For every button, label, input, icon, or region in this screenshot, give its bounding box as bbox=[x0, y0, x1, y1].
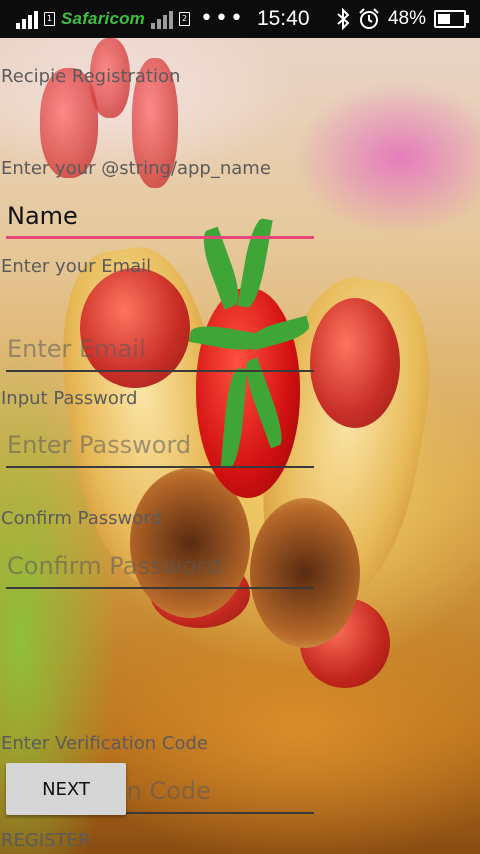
password-label: Input Password bbox=[1, 388, 138, 409]
battery-percent: 48% bbox=[387, 8, 426, 29]
battery-icon bbox=[434, 10, 469, 28]
email-label: Enter your Email bbox=[1, 256, 152, 277]
sim2-badge: 2 bbox=[179, 12, 191, 26]
signal-icon bbox=[16, 9, 38, 29]
name-label: Enter your @string/app_name bbox=[1, 158, 271, 179]
alarm-icon bbox=[359, 8, 379, 29]
confirm-password-input[interactable] bbox=[6, 545, 314, 589]
signal-icon-2 bbox=[151, 9, 174, 29]
bluetooth-icon bbox=[337, 8, 350, 30]
status-clock: 15:40 bbox=[256, 7, 310, 30]
registration-form: Recipie Registration Enter your @string/… bbox=[0, 38, 480, 854]
confirm-password-label: Confirm Password bbox=[1, 508, 162, 529]
carrier-name: Safaricom bbox=[61, 9, 146, 28]
page-title: Recipie Registration bbox=[1, 66, 181, 87]
status-bar: 1 Safaricom 2 ••• 15:40 48% bbox=[0, 0, 480, 38]
name-input[interactable] bbox=[6, 195, 314, 239]
next-button[interactable]: NEXT bbox=[6, 763, 126, 815]
register-link[interactable]: REGISTER bbox=[1, 830, 90, 851]
verification-code-label: Enter Verification Code bbox=[1, 733, 208, 754]
overflow-dots: ••• bbox=[200, 6, 245, 31]
sim1-badge: 1 bbox=[44, 12, 55, 26]
email-input[interactable] bbox=[6, 328, 314, 372]
password-input[interactable] bbox=[6, 424, 314, 468]
